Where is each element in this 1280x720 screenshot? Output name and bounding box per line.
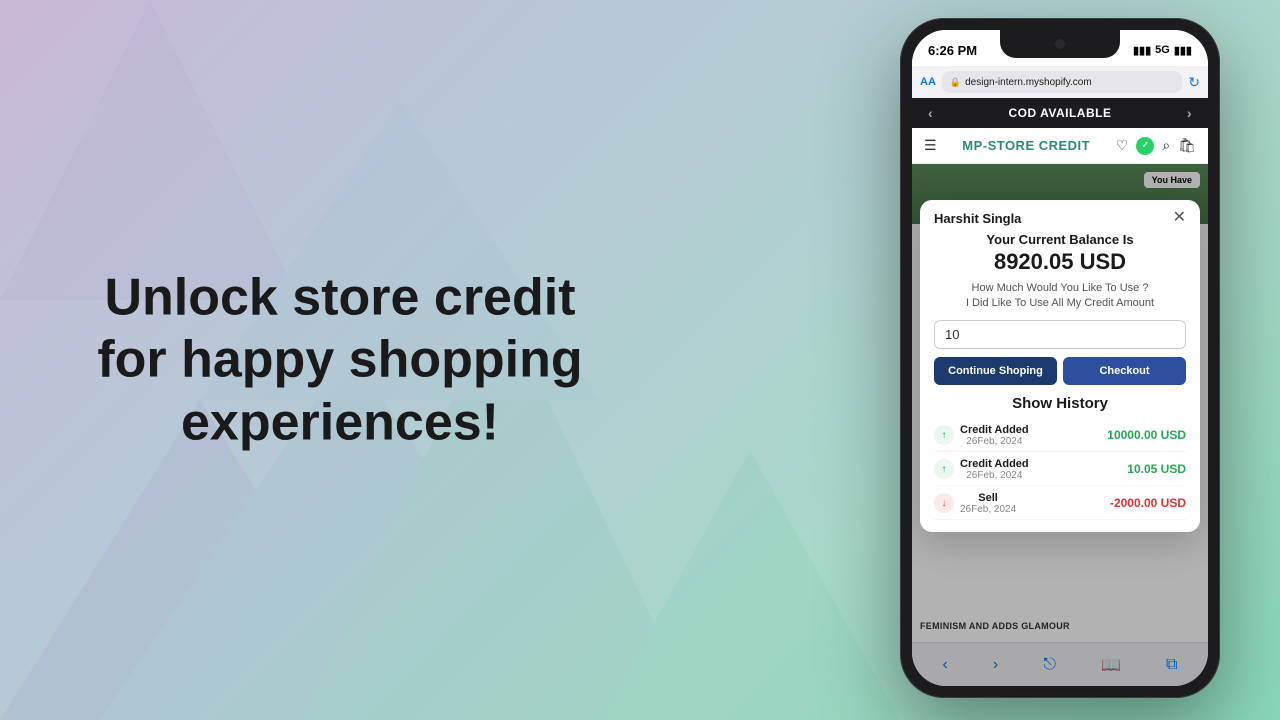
history-title: Show History: [934, 395, 1186, 412]
history-item: ↑ Credit Added 26Feb, 2024 10000.00 USD: [934, 420, 1186, 452]
debit-down-icon-3: ↓: [934, 493, 954, 513]
phone-mockup: 6:26 PM ▮▮▮ 5G ▮▮▮ AA 🔒 design-intern.my…: [900, 18, 1220, 698]
balance-title: Your Current Balance Is: [934, 232, 1186, 247]
history-label-2: Credit Added: [960, 458, 1029, 470]
history-label-3: Sell: [960, 492, 1016, 504]
battery-icon: ▮▮▮: [1174, 44, 1192, 57]
search-icon[interactable]: ⌕: [1162, 137, 1170, 154]
phone-outer: 6:26 PM ▮▮▮ 5G ▮▮▮ AA 🔒 design-intern.my…: [900, 18, 1220, 698]
whatsapp-icon[interactable]: ✓: [1136, 137, 1154, 155]
wifi-icon: 5G: [1155, 44, 1170, 56]
history-amount-3: -2000.00 USD: [1110, 496, 1186, 510]
hero-text: Unlock store credit for happy shopping e…: [80, 266, 600, 453]
credit-modal: Harshit Singla ✕ Your Current Balance Is…: [920, 200, 1200, 532]
signal-bars-icon: ▮▮▮: [1133, 44, 1151, 57]
modal-user-name: Harshit Singla: [934, 211, 1021, 226]
refresh-icon[interactable]: ↻: [1188, 74, 1200, 91]
modal-body: Your Current Balance Is 8920.05 USD How …: [920, 226, 1200, 532]
history-item: ↓ Sell 26Feb, 2024 -2000.00 USD: [934, 488, 1186, 520]
cart-icon[interactable]: 🛍: [1178, 137, 1196, 154]
history-date-2: 26Feb, 2024: [960, 470, 1029, 481]
history-amount-1: 10000.00 USD: [1107, 428, 1186, 442]
modal-header: Harshit Singla ✕: [920, 200, 1200, 226]
history-amount-2: 10.05 USD: [1127, 462, 1186, 476]
credit-up-icon-1: ↑: [934, 425, 954, 445]
phone-notch: [1000, 30, 1120, 58]
modal-close-button[interactable]: ✕: [1173, 210, 1186, 226]
heart-icon[interactable]: ♡: [1116, 137, 1129, 154]
notch-camera: [1055, 39, 1065, 49]
balance-amount: 8920.05 USD: [934, 249, 1186, 275]
browser-url-box[interactable]: 🔒 design-intern.myshopify.com: [942, 71, 1182, 93]
browser-bar[interactable]: AA 🔒 design-intern.myshopify.com ↻: [912, 66, 1208, 98]
status-icons: ▮▮▮ 5G ▮▮▮: [1133, 44, 1192, 57]
history-date-1: 26Feb, 2024: [960, 436, 1029, 447]
history-item: ↑ Credit Added 26Feb, 2024 10.05 USD: [934, 454, 1186, 486]
status-time: 6:26 PM: [928, 43, 977, 58]
lock-icon: 🔒: [950, 77, 961, 88]
continue-shopping-button[interactable]: Continue Shoping: [934, 357, 1057, 385]
header-icons: ♡ ✓ ⌕ 🛍: [1116, 137, 1196, 155]
browser-url: design-intern.myshopify.com: [965, 77, 1092, 88]
hamburger-icon[interactable]: ☰: [924, 137, 937, 154]
browser-aa-label[interactable]: AA: [920, 76, 936, 88]
cod-text: COD AVAILABLE: [1009, 106, 1112, 120]
cod-left-arrow[interactable]: ‹: [928, 105, 933, 121]
balance-question: How Much Would You Like To Use ? I Did L…: [934, 281, 1186, 312]
history-label-1: Credit Added: [960, 424, 1029, 436]
history-date-3: 26Feb, 2024: [960, 504, 1016, 515]
store-name: MP-STORE CREDIT: [962, 138, 1090, 153]
cod-banner[interactable]: ‹ COD AVAILABLE ›: [912, 98, 1208, 128]
store-header: ☰ MP-STORE CREDIT ♡ ✓ ⌕ 🛍: [912, 128, 1208, 164]
hero-section: Unlock store credit for happy shopping e…: [80, 266, 600, 453]
checkout-button[interactable]: Checkout: [1063, 357, 1186, 385]
credit-up-icon-2: ↑: [934, 459, 954, 479]
cod-right-arrow[interactable]: ›: [1187, 105, 1192, 121]
phone-screen: 6:26 PM ▮▮▮ 5G ▮▮▮ AA 🔒 design-intern.my…: [912, 30, 1208, 686]
history-list: ↑ Credit Added 26Feb, 2024 10000.00 USD: [934, 420, 1186, 520]
amount-input[interactable]: [934, 320, 1186, 349]
home-indicator: [1010, 688, 1110, 692]
modal-buttons: Continue Shoping Checkout: [934, 357, 1186, 385]
